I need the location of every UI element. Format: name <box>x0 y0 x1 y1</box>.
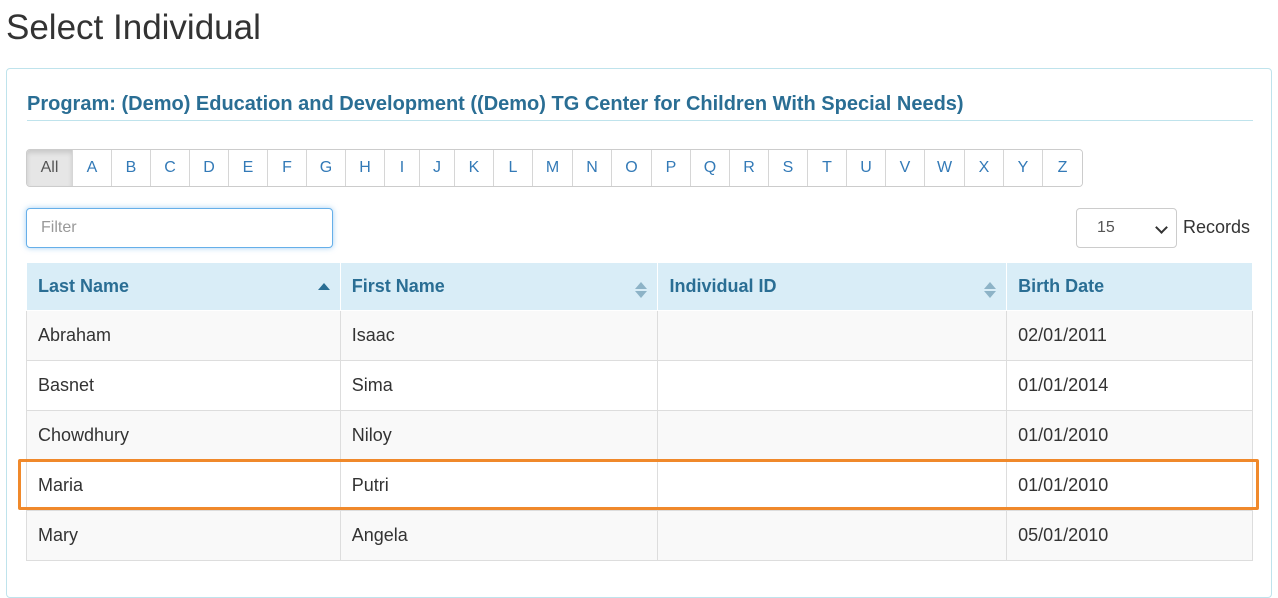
sort-icon <box>635 282 648 298</box>
column-label: Last Name <box>38 276 130 296</box>
table-cell <box>657 310 1008 361</box>
program-title: Program: (Demo) Education and Developmen… <box>27 91 1253 121</box>
table-cell: Sima <box>339 360 659 411</box>
individuals-table: Last Name First Name Individual ID Birth… <box>26 262 1253 561</box>
sort-icon <box>984 282 997 298</box>
alpha-filter-p[interactable]: P <box>652 150 691 186</box>
alpha-filter-t[interactable]: T <box>808 150 847 186</box>
alpha-filter-s[interactable]: S <box>769 150 808 186</box>
column-header-last-name[interactable]: Last Name <box>26 262 341 311</box>
alpha-filter-j[interactable]: J <box>420 150 455 186</box>
table-row[interactable]: Maria Putri 01/01/2010 <box>26 460 1253 511</box>
table-cell: 02/01/2011 <box>1006 310 1253 361</box>
table-cell: Abraham <box>26 310 341 361</box>
alpha-filter-h[interactable]: H <box>346 150 385 186</box>
alpha-filter-y[interactable]: Y <box>1004 150 1043 186</box>
column-header-birth-date[interactable]: Birth Date <box>1006 262 1253 311</box>
alpha-filter-b[interactable]: B <box>112 150 151 186</box>
alphabet-filter-bar: All A B C D E F G H I J K L M N O P Q R S T U V W X Y Z <box>26 149 1083 187</box>
alpha-filter-u[interactable]: U <box>847 150 886 186</box>
table-cell <box>657 360 1008 411</box>
table-row[interactable]: Mary Angela 05/01/2010 <box>26 510 1253 561</box>
table-cell: Angela <box>339 510 659 561</box>
table-body: Abraham Isaac 02/01/2011 Basnet Sima 01/01/20… <box>26 310 1253 561</box>
sort-ascending-icon <box>317 283 330 290</box>
alpha-filter-x[interactable]: X <box>965 150 1004 186</box>
column-header-individual-id[interactable]: Individual ID <box>657 262 1008 311</box>
alpha-filter-v[interactable]: V <box>886 150 925 186</box>
chevron-down-icon <box>1155 221 1168 234</box>
alpha-filter-f[interactable]: F <box>268 150 307 186</box>
alpha-filter-z[interactable]: Z <box>1043 150 1082 186</box>
table-cell: 05/01/2010 <box>1006 510 1253 561</box>
records-per-page-select[interactable]: 15 <box>1076 208 1177 248</box>
table-cell: Maria <box>26 460 341 511</box>
records-label: Records <box>1183 217 1251 237</box>
program-panel: Program: (Demo) Education and Developmen… <box>6 68 1272 598</box>
column-label: Individual ID <box>669 276 777 296</box>
alpha-filter-r[interactable]: R <box>730 150 769 186</box>
alpha-filter-l[interactable]: L <box>494 150 533 186</box>
column-label: First Name <box>351 276 445 296</box>
alpha-filter-d[interactable]: D <box>190 150 229 186</box>
alpha-filter-w[interactable]: W <box>925 150 965 186</box>
table-cell: Putri <box>339 460 659 511</box>
table-row[interactable]: Basnet Sima 01/01/2014 <box>26 360 1253 411</box>
alpha-filter-c[interactable]: C <box>151 150 190 186</box>
table-cell: 01/01/2010 <box>1006 410 1253 461</box>
alpha-filter-o[interactable]: O <box>612 150 652 186</box>
alpha-filter-a[interactable]: A <box>73 150 112 186</box>
table-row[interactable]: Chowdhury Niloy 01/01/2010 <box>26 410 1253 461</box>
column-label: Birth Date <box>1018 276 1105 296</box>
alpha-filter-n[interactable]: N <box>573 150 612 186</box>
table-cell: Niloy <box>339 410 659 461</box>
alpha-filter-m[interactable]: M <box>533 150 573 186</box>
records-per-page-value: 15 <box>1097 219 1115 236</box>
alpha-filter-i[interactable]: I <box>385 150 420 186</box>
page-title: Select Individual <box>6 8 261 47</box>
table-cell: 01/01/2010 <box>1006 460 1253 511</box>
table-cell <box>657 510 1008 561</box>
table-row[interactable]: Abraham Isaac 02/01/2011 <box>26 310 1253 361</box>
table-header-row: Last Name First Name Individual ID Birth… <box>26 262 1253 311</box>
table-cell: Chowdhury <box>26 410 341 461</box>
alpha-filter-q[interactable]: Q <box>691 150 730 186</box>
table-cell: Basnet <box>26 360 341 411</box>
alpha-filter-all[interactable]: All <box>27 150 73 186</box>
alpha-filter-e[interactable]: E <box>229 150 268 186</box>
table-cell <box>657 410 1008 461</box>
table-cell <box>657 460 1008 511</box>
alpha-filter-k[interactable]: K <box>455 150 494 186</box>
column-header-first-name[interactable]: First Name <box>339 262 659 311</box>
table-cell: 01/01/2014 <box>1006 360 1253 411</box>
filter-input[interactable] <box>26 208 333 248</box>
table-cell: Mary <box>26 510 341 561</box>
alpha-filter-g[interactable]: G <box>307 150 346 186</box>
table-cell: Isaac <box>339 310 659 361</box>
